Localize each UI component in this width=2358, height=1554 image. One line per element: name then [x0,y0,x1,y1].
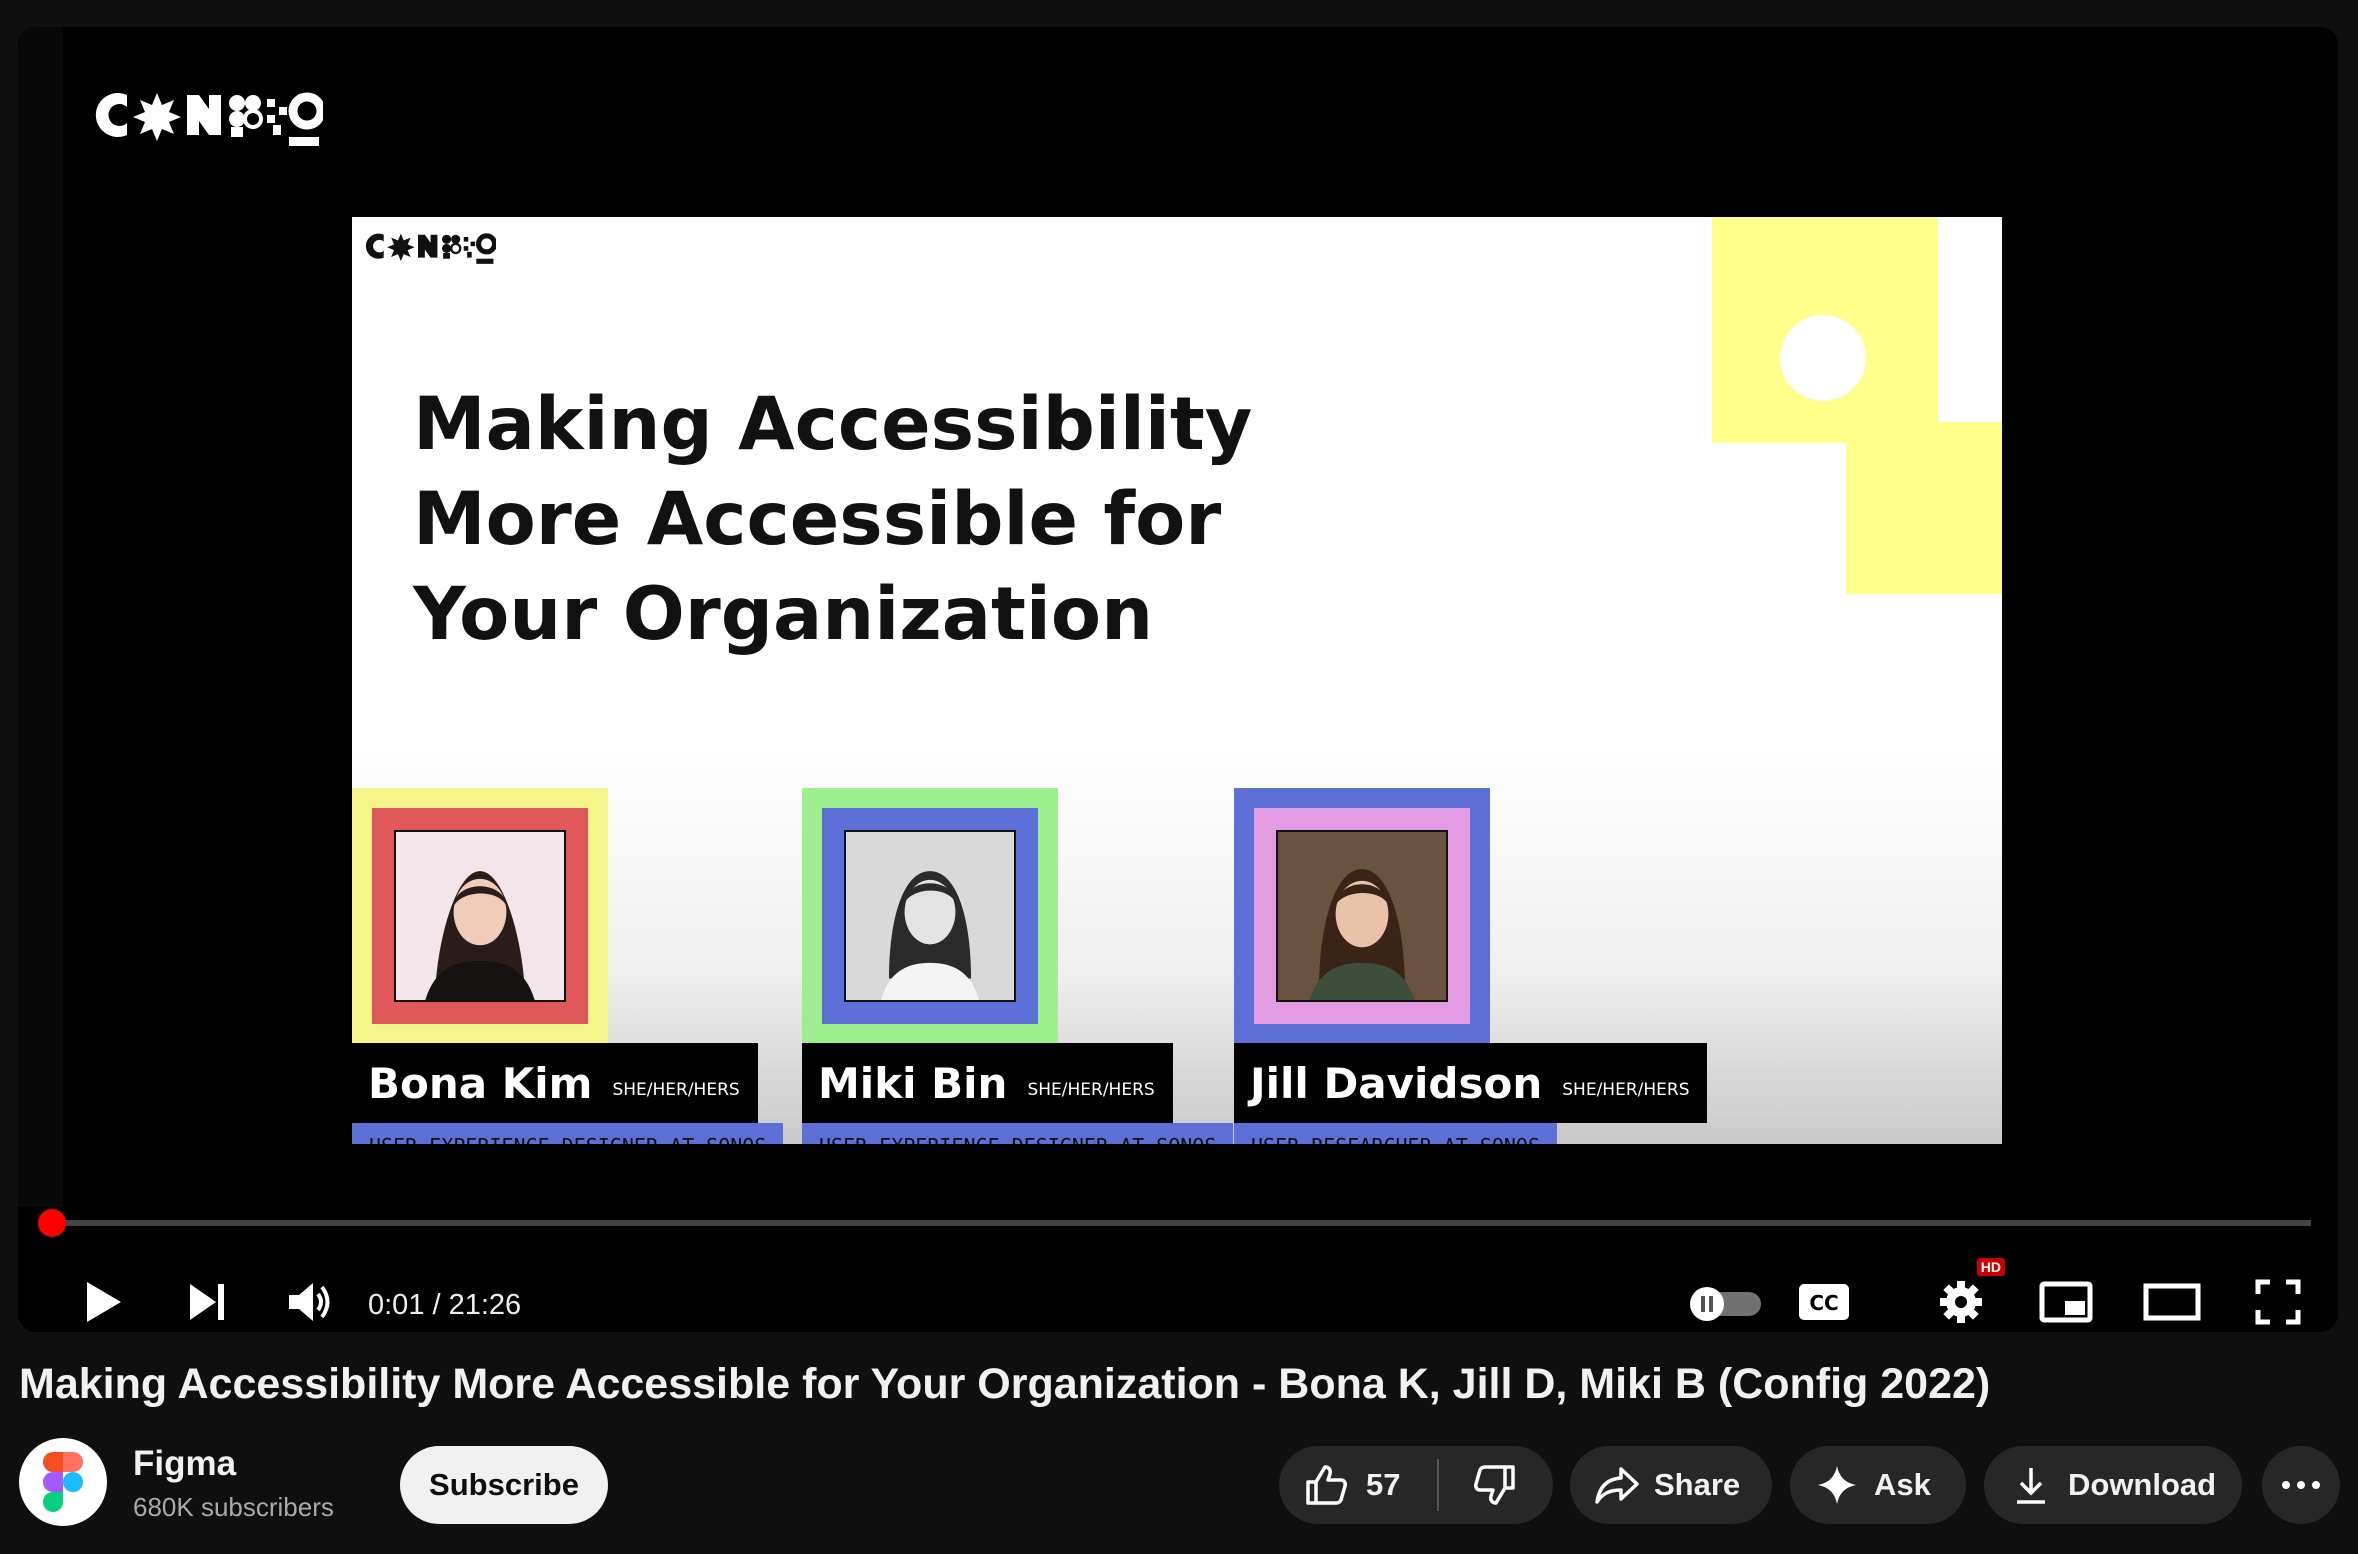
ask-button[interactable]: Ask [1790,1446,1966,1524]
autoplay-toggle[interactable] [1686,1275,1766,1331]
like-dislike-group: 57 [1279,1446,1553,1524]
video-title: Making Accessibility More Accessible for… [19,1360,1991,1408]
share-icon [1595,1467,1639,1504]
slide-title-line: Your Organization [413,572,1154,657]
download-icon [2017,1468,2045,1504]
speaker-photo [394,830,566,1002]
subscribe-button[interactable]: Subscribe [400,1446,608,1524]
like-count: 57 [1366,1467,1401,1502]
speaker-name-box: Bona Kim SHE/HER/HERS [352,1043,758,1123]
channel-name[interactable]: Figma [133,1444,236,1484]
slide: Making Accessibility More Accessible for… [352,217,2002,1144]
subscriber-count: 680K subscribers [133,1492,334,1522]
slide-decoration-circle [1780,315,1866,401]
volume-icon [289,1283,330,1321]
speaker-pronouns: SHE/HER/HERS [1027,1080,1155,1100]
fullscreen-button[interactable] [2248,1272,2308,1332]
slide-decoration [1846,422,2002,594]
play-button[interactable] [73,1272,133,1332]
autoplay-toggle-icon [1690,1287,1761,1321]
speaker-photo [1276,830,1448,1002]
speaker-name: Jill Davidson [1250,1058,1543,1108]
settings-icon [1940,1281,1982,1323]
ask-label: Ask [1874,1467,1931,1502]
speaker-pronouns: SHE/HER/HERS [612,1080,740,1100]
speaker-frame [802,788,1058,1044]
download-button[interactable]: Download [1984,1446,2242,1524]
slide-title-line: Making Accessibility [413,382,1253,467]
thumbs-down-icon [1474,1465,1515,1505]
progress-bar[interactable] [37,1209,2311,1237]
speaker-name: Bona Kim [368,1058,593,1108]
next-icon [190,1284,224,1320]
settings-button[interactable]: HD [1931,1258,2005,1332]
share-button[interactable]: Share [1570,1446,1772,1524]
sparkle-icon [1818,1466,1856,1504]
progress-scrubber[interactable] [37,1209,66,1237]
config-logo [95,92,323,146]
speaker-frame [352,788,608,1044]
theater-icon [2143,1283,2201,1321]
player-edge [18,27,63,1207]
time-display: 0:01 / 21:26 [368,1289,522,1321]
speaker-role: USER EXPERIENCE DESIGNER AT SONOS [352,1123,784,1144]
download-label: Download [2068,1467,2217,1502]
miniplayer-icon [2039,1281,2093,1323]
video-player[interactable]: Making Accessibility More Accessible for… [18,27,2338,1332]
svg-text:CC: CC [1809,1291,1838,1315]
miniplayer-button[interactable] [2036,1272,2096,1332]
slide-title: Making Accessibility More Accessible for… [413,377,1252,662]
next-button[interactable] [178,1272,238,1332]
hd-badge: HD [1976,1258,2005,1276]
channel-avatar[interactable] [19,1438,107,1526]
speaker-frame [1234,788,1490,1044]
speaker-name: Miki Bin [818,1058,1008,1108]
theater-button[interactable] [2140,1272,2204,1332]
captions-button[interactable]: CC [1794,1272,1854,1332]
figma-logo-icon [43,1452,83,1512]
speaker-photo [844,830,1016,1002]
cc-icon: CC [1799,1284,1849,1320]
speaker-role: USER EXPERIENCE DESIGNER AT SONOS [802,1123,1234,1144]
more-horizontal-icon [2282,1481,2320,1489]
speaker-pronouns: SHE/HER/HERS [1562,1080,1690,1100]
speaker-name-box: Miki Bin SHE/HER/HERS [802,1043,1173,1123]
dislike-button[interactable] [1439,1446,1551,1524]
fullscreen-icon [2255,1279,2301,1325]
speaker-name-box: Jill Davidson SHE/HER/HERS [1234,1043,1708,1123]
slide-config-logo [365,233,496,264]
more-actions-button[interactable] [2262,1446,2340,1524]
play-icon [87,1282,121,1322]
speaker-role: USER RESEARCHER AT SONOS [1234,1123,1557,1144]
volume-button[interactable] [280,1272,340,1332]
like-button[interactable]: 57 [1279,1446,1437,1524]
thumbs-up-icon [1306,1465,1347,1505]
share-label: Share [1654,1467,1741,1502]
slide-title-line: More Accessible for [413,477,1222,562]
